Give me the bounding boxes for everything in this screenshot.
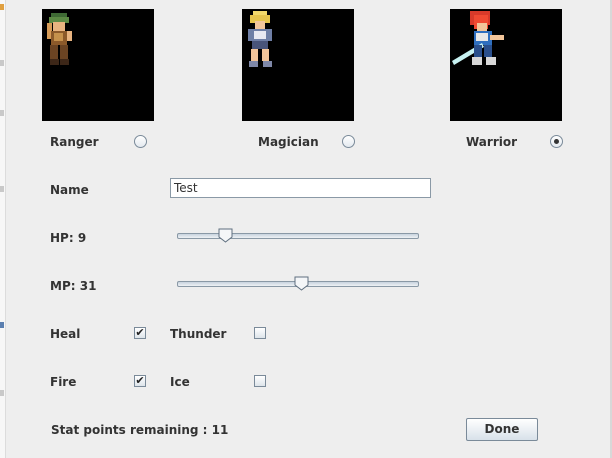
hp-slider-track[interactable] bbox=[177, 233, 419, 239]
ice-checkbox[interactable] bbox=[254, 375, 266, 387]
ranger-radio[interactable] bbox=[134, 135, 147, 148]
fire-label: Fire bbox=[50, 375, 77, 389]
mp-label: MP: 31 bbox=[50, 279, 97, 293]
warrior-radio[interactable] bbox=[550, 135, 563, 148]
thunder-checkbox[interactable] bbox=[254, 327, 266, 339]
magician-portrait bbox=[242, 9, 354, 121]
thunder-label: Thunder bbox=[170, 327, 227, 341]
warrior-portrait bbox=[450, 9, 562, 121]
mp-slider-thumb[interactable] bbox=[294, 276, 309, 291]
hp-label: HP: 9 bbox=[50, 231, 87, 245]
fire-checkbox[interactable]: ✔ bbox=[134, 375, 146, 387]
done-button[interactable]: Done bbox=[466, 418, 538, 441]
ice-label: Ice bbox=[170, 375, 190, 389]
warrior-label: Warrior bbox=[466, 135, 518, 149]
name-input[interactable]: Test bbox=[170, 178, 431, 198]
magician-radio[interactable] bbox=[342, 135, 355, 148]
stat-points-status: Stat points remaining : 11 bbox=[51, 423, 229, 437]
ranger-portrait bbox=[42, 9, 154, 121]
heal-label: Heal bbox=[50, 327, 81, 341]
ranger-label: Ranger bbox=[50, 135, 99, 149]
name-label: Name bbox=[50, 183, 89, 197]
magician-label: Magician bbox=[258, 135, 319, 149]
hp-slider-thumb[interactable] bbox=[218, 228, 233, 243]
heal-checkbox[interactable]: ✔ bbox=[134, 327, 146, 339]
window-left-edge bbox=[0, 0, 6, 458]
